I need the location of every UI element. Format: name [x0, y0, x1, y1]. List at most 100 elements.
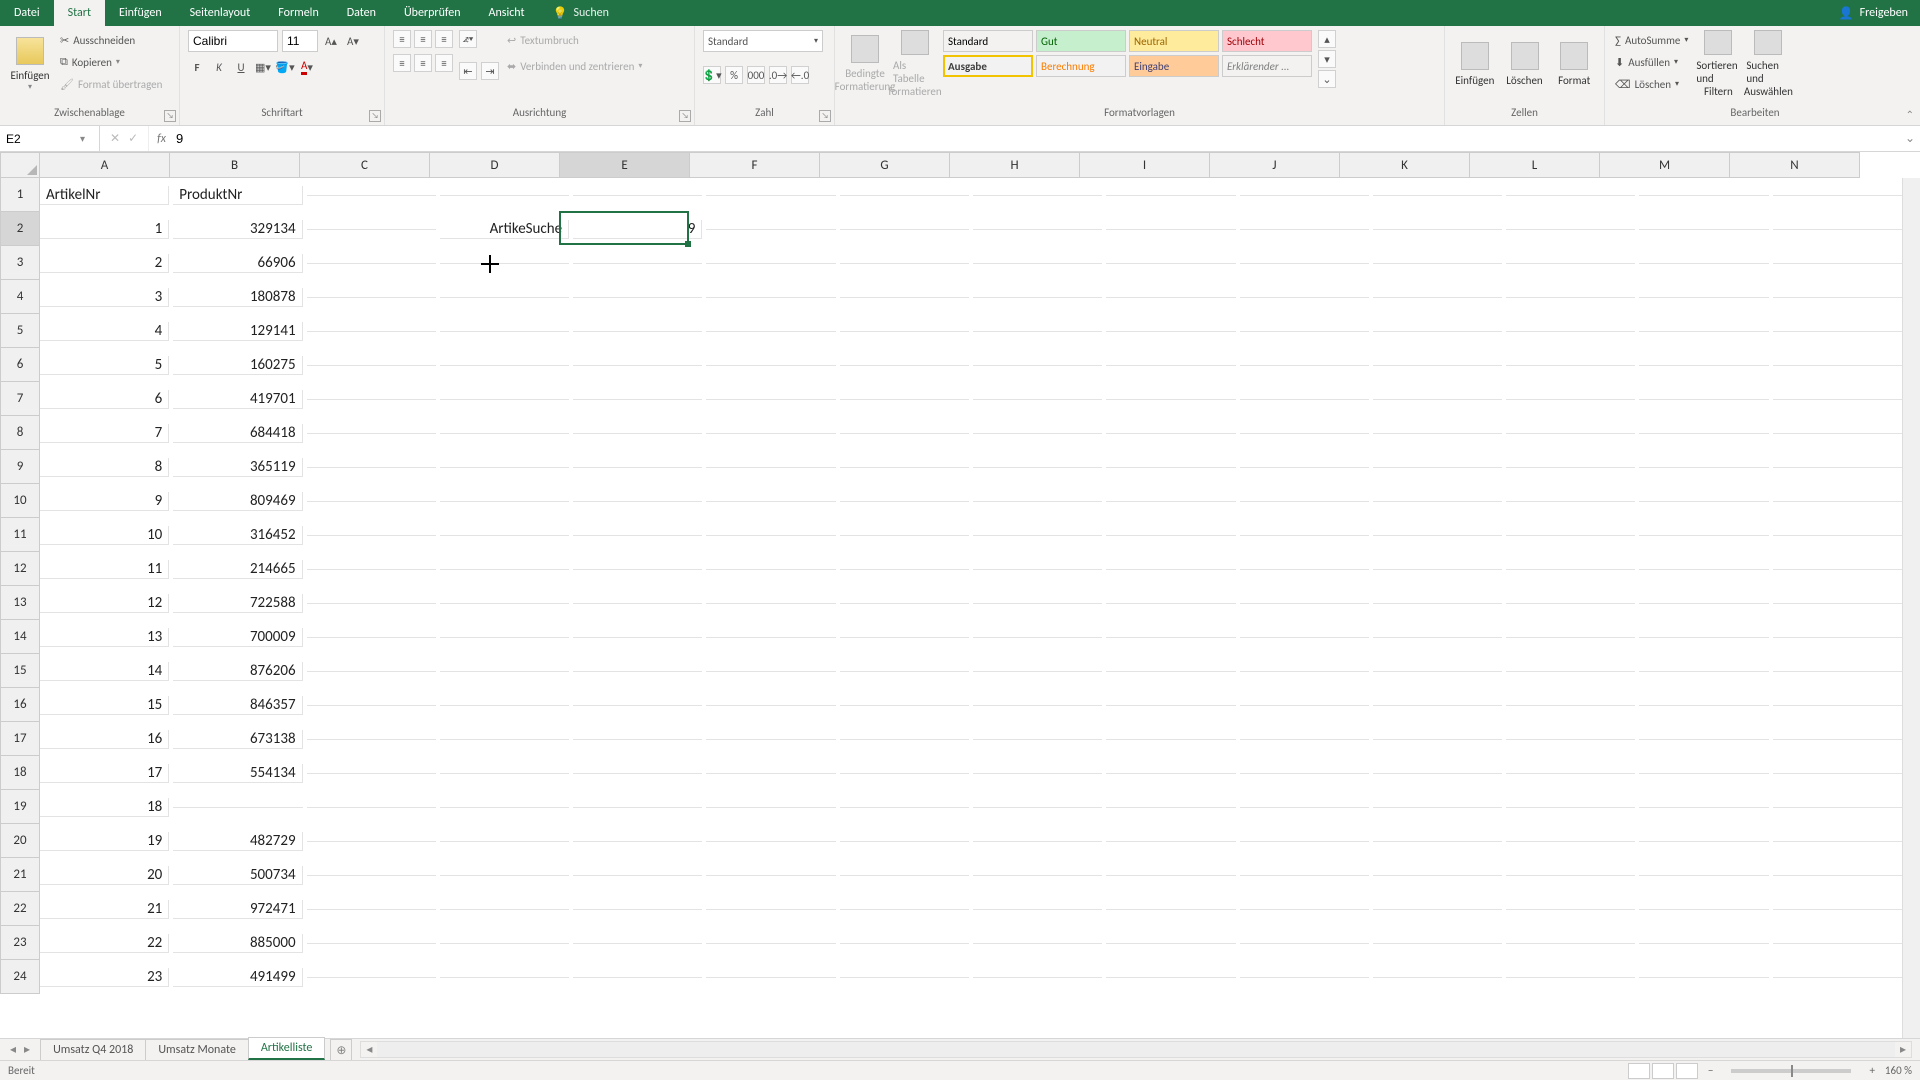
cell-E12[interactable]: [573, 569, 702, 570]
cell-J21[interactable]: [1240, 875, 1369, 876]
cell-J22[interactable]: [1240, 909, 1369, 910]
cell-M22[interactable]: [1639, 909, 1768, 910]
cell-K19[interactable]: [1373, 807, 1502, 808]
cell-M13[interactable]: [1639, 603, 1768, 604]
cell-B8[interactable]: 684418: [173, 424, 302, 443]
cell-H24[interactable]: [973, 977, 1102, 978]
sheet-tab-0[interactable]: Umsatz Q4 2018: [40, 1039, 146, 1060]
cell-N5[interactable]: [1773, 331, 1902, 332]
cell-A19[interactable]: 18: [40, 798, 169, 817]
style-eingabe[interactable]: Eingabe: [1129, 55, 1219, 77]
cell-G21[interactable]: [840, 875, 969, 876]
cell-L5[interactable]: [1506, 331, 1635, 332]
cell-M12[interactable]: [1639, 569, 1768, 570]
cell-I3[interactable]: [1106, 263, 1235, 264]
cell-F14[interactable]: [706, 637, 835, 638]
cell-L23[interactable]: [1506, 943, 1635, 944]
row-header-19[interactable]: 19: [0, 790, 40, 824]
cell-J6[interactable]: [1240, 365, 1369, 366]
cell-L16[interactable]: [1506, 705, 1635, 706]
cell-D20[interactable]: [440, 841, 569, 842]
cell-I11[interactable]: [1106, 535, 1235, 536]
cell-K5[interactable]: [1373, 331, 1502, 332]
cell-C4[interactable]: [307, 297, 436, 298]
cell-A14[interactable]: 13: [40, 628, 169, 647]
cell-G24[interactable]: [840, 977, 969, 978]
cell-E18[interactable]: [573, 773, 702, 774]
cell-J1[interactable]: [1240, 195, 1369, 196]
cell-I16[interactable]: [1106, 705, 1235, 706]
cell-B14[interactable]: 700009: [173, 628, 302, 647]
cell-F3[interactable]: [706, 263, 835, 264]
copy-button[interactable]: ⧉Kopieren▾: [58, 52, 164, 72]
cell-A12[interactable]: 11: [40, 560, 169, 579]
cell-F2[interactable]: [706, 229, 835, 230]
cell-F13[interactable]: [706, 603, 835, 604]
tell-me-search[interactable]: 💡 Suchen: [539, 0, 609, 26]
cell-D19[interactable]: [440, 807, 569, 808]
cell-M1[interactable]: [1639, 195, 1768, 196]
cell-N3[interactable]: [1773, 263, 1902, 264]
cell-K22[interactable]: [1373, 909, 1502, 910]
cell-H18[interactable]: [973, 773, 1102, 774]
cell-E4[interactable]: [573, 297, 702, 298]
zoom-in[interactable]: +: [1869, 1064, 1874, 1077]
cell-E8[interactable]: [573, 433, 702, 434]
cell-G2[interactable]: [840, 229, 969, 230]
cell-E3[interactable]: [573, 263, 702, 264]
cell-H14[interactable]: [973, 637, 1102, 638]
cell-B10[interactable]: 809469: [173, 492, 302, 511]
cell-E1[interactable]: [573, 195, 702, 196]
cell-M5[interactable]: [1639, 331, 1768, 332]
style-gut[interactable]: Gut: [1036, 30, 1126, 52]
row-header-10[interactable]: 10: [0, 484, 40, 518]
cell-J8[interactable]: [1240, 433, 1369, 434]
cell-M4[interactable]: [1639, 297, 1768, 298]
orientation-button[interactable]: ⦨▾: [459, 30, 477, 48]
cell-J11[interactable]: [1240, 535, 1369, 536]
name-box-input[interactable]: [0, 127, 80, 151]
cell-J9[interactable]: [1240, 467, 1369, 468]
alignment-dialog-launcher[interactable]: ↘: [679, 110, 691, 122]
cell-H22[interactable]: [973, 909, 1102, 910]
cell-G5[interactable]: [840, 331, 969, 332]
cell-E11[interactable]: [573, 535, 702, 536]
cell-I7[interactable]: [1106, 399, 1235, 400]
cell-L8[interactable]: [1506, 433, 1635, 434]
cell-I19[interactable]: [1106, 807, 1235, 808]
fill-color-button[interactable]: 🪣▾: [276, 58, 294, 76]
cell-A8[interactable]: 7: [40, 424, 169, 443]
cell-A10[interactable]: 9: [40, 492, 169, 511]
cell-I22[interactable]: [1106, 909, 1235, 910]
cell-F16[interactable]: [706, 705, 835, 706]
cell-D11[interactable]: [440, 535, 569, 536]
align-top[interactable]: ≡: [393, 30, 411, 48]
cell-N11[interactable]: [1773, 535, 1902, 536]
cell-A16[interactable]: 15: [40, 696, 169, 715]
row-header-22[interactable]: 22: [0, 892, 40, 926]
cell-I8[interactable]: [1106, 433, 1235, 434]
cell-F12[interactable]: [706, 569, 835, 570]
cell-J18[interactable]: [1240, 773, 1369, 774]
cell-L14[interactable]: [1506, 637, 1635, 638]
cell-E16[interactable]: [573, 705, 702, 706]
cell-J24[interactable]: [1240, 977, 1369, 978]
decrease-indent[interactable]: ⇤: [459, 62, 477, 80]
col-header-G[interactable]: G: [820, 152, 950, 178]
accounting-format[interactable]: 💲▾: [703, 66, 721, 84]
cell-G8[interactable]: [840, 433, 969, 434]
cell-B4[interactable]: 180878: [173, 288, 302, 307]
increase-decimal[interactable]: .0→: [769, 66, 787, 84]
cell-G1[interactable]: [840, 195, 969, 196]
cell-B11[interactable]: 316452: [173, 526, 302, 545]
tab-insert[interactable]: Einfügen: [105, 0, 176, 26]
clear-button[interactable]: ⌫Löschen▾: [1613, 74, 1690, 94]
cell-I18[interactable]: [1106, 773, 1235, 774]
sheet-nav-last[interactable]: ▸: [24, 1042, 30, 1057]
cell-G17[interactable]: [840, 739, 969, 740]
font-color-button[interactable]: A▾: [298, 58, 316, 76]
cell-C8[interactable]: [307, 433, 436, 434]
cell-D21[interactable]: [440, 875, 569, 876]
cell-A22[interactable]: 21: [40, 900, 169, 919]
merge-center-button[interactable]: ⬌Verbinden und zentrieren▾: [505, 56, 644, 76]
